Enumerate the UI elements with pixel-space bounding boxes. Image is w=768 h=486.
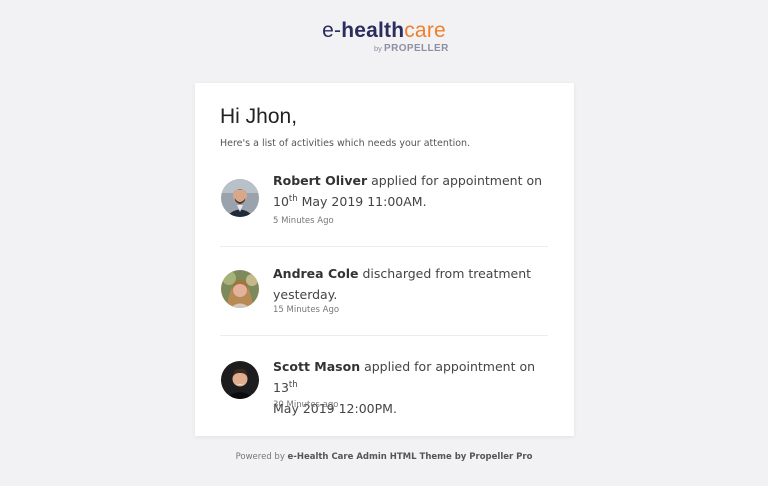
activity-item[interactable]: Robert Oliver applied for appointment on… (220, 170, 548, 242)
avatar-photo-icon (221, 179, 259, 217)
activity-person-name: Scott Mason (273, 359, 361, 374)
avatar (221, 361, 259, 399)
avatar (221, 179, 259, 217)
avatar-photo-icon (221, 270, 259, 308)
activity-item[interactable]: Scott Mason applied for appointment on 1… (220, 356, 548, 428)
divider (220, 246, 548, 247)
activity-timestamp: 30 Minutes ago (273, 400, 339, 410)
avatar (221, 270, 259, 308)
activity-item[interactable]: Andrea Cole discharged from treatment ye… (220, 263, 548, 335)
logo-e-text: e- (322, 19, 342, 42)
footer-credit: Powered by e-Health Care Admin HTML Them… (0, 452, 768, 462)
footer-theme-link[interactable]: e-Health Care Admin HTML Theme by Propel… (288, 452, 533, 462)
divider (220, 335, 548, 336)
avatar-photo-icon (221, 361, 259, 399)
logo-health-text: health (341, 19, 405, 42)
activity-person-name: Andrea Cole (273, 266, 359, 281)
activity-card: Hi Jhon, Here's a list of activities whi… (195, 83, 574, 436)
activity-day-text: 10 (273, 194, 289, 209)
greeting-title: Hi Jhon, (220, 105, 298, 128)
logo-by-text: by (374, 44, 382, 53)
logo-wordmark: e-healthcare (0, 18, 768, 44)
activity-person-name: Robert Oliver (273, 173, 368, 188)
footer-prefix: Powered by (235, 452, 288, 462)
activity-ordinal: th (288, 379, 298, 390)
brand-logo: e-healthcare by PROPELLER (0, 18, 768, 54)
activity-ordinal: th (288, 193, 298, 204)
activity-text: Andrea Cole discharged from treatment ye… (273, 263, 553, 305)
activity-timestamp: 15 Minutes Ago (273, 305, 340, 315)
activity-action-text: applied for appointment on (367, 173, 543, 188)
logo-care-text: care (404, 19, 446, 42)
intro-text: Here's a list of activities which needs … (220, 138, 471, 149)
logo-byline: by PROPELLER (374, 43, 449, 54)
activity-text: Robert Oliver applied for appointment on… (273, 170, 553, 212)
activity-timestamp: 5 Minutes Ago (273, 216, 334, 226)
logo-propeller-text: PROPELLER (384, 43, 449, 54)
activity-date-text: May 2019 11:00AM. (297, 194, 427, 209)
